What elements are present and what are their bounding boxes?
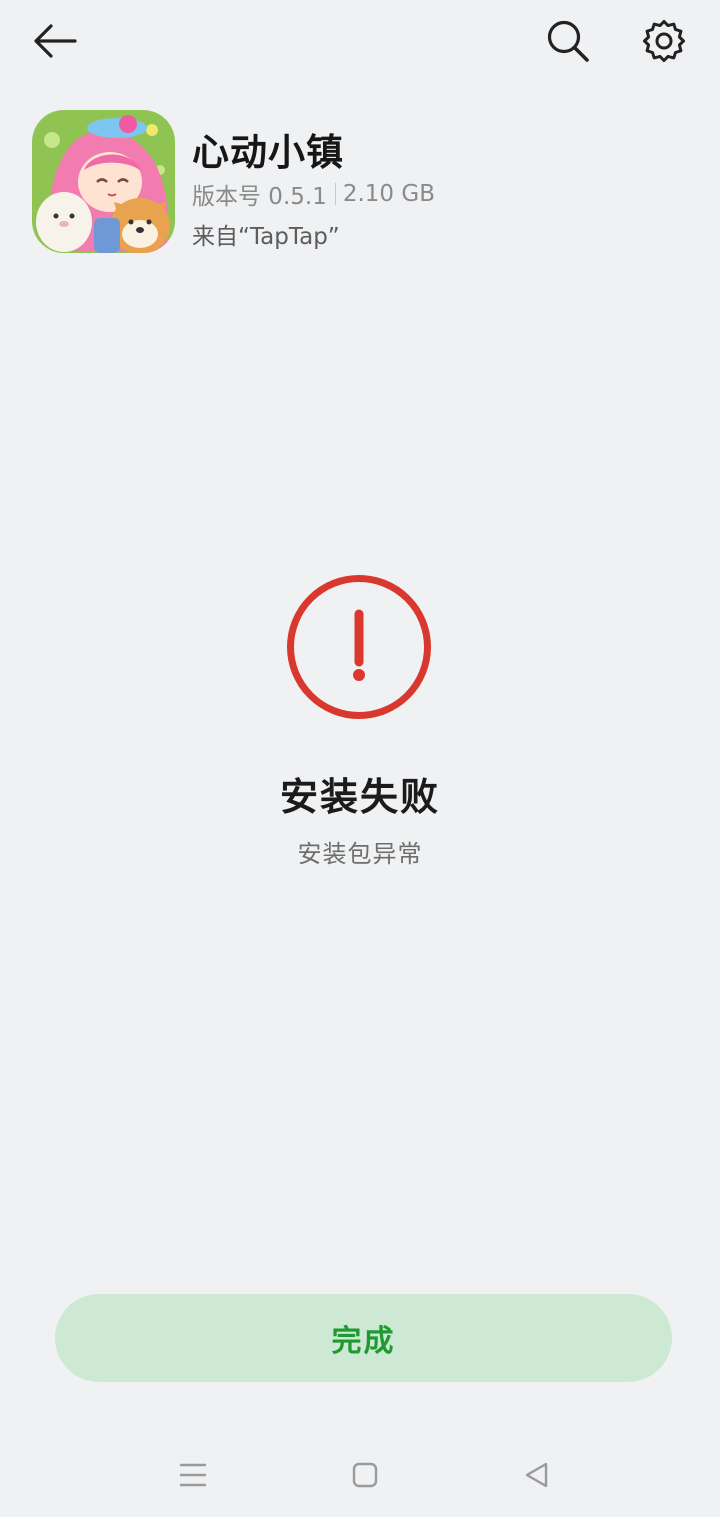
app-version: 版本号 0.5.1 (192, 184, 327, 210)
menu-icon (179, 1463, 207, 1487)
nav-back-button[interactable] (507, 1450, 567, 1500)
app-name: 心动小镇 (192, 131, 344, 174)
nav-home-button[interactable] (335, 1450, 395, 1500)
home-square-icon (352, 1462, 378, 1488)
status-subtitle: 安装包异常 (297, 840, 423, 868)
alert-circle-icon (286, 574, 432, 720)
gear-icon (643, 20, 685, 62)
arrow-left-icon (34, 24, 77, 58)
top-bar (0, 0, 720, 84)
search-button[interactable] (540, 13, 596, 69)
app-icon (32, 110, 175, 253)
back-triangle-icon (525, 1462, 548, 1488)
system-nav-bar (0, 1440, 720, 1517)
back-button[interactable] (27, 13, 83, 69)
settings-button[interactable] (636, 13, 692, 69)
app-source: 来自“TapTap” (192, 224, 340, 250)
nav-menu-button[interactable] (163, 1450, 223, 1500)
app-meta: 版本号 0.5.1 2.10 GB (192, 177, 435, 211)
search-icon (547, 20, 589, 62)
status-title: 安装失败 (279, 775, 440, 819)
app-header: 心动小镇 版本号 0.5.1 2.10 GB 来自“TapTap” (32, 110, 692, 254)
done-button[interactable]: 完成 (55, 1294, 672, 1382)
app-size: 2.10 GB (342, 181, 435, 207)
meta-divider (334, 183, 336, 205)
